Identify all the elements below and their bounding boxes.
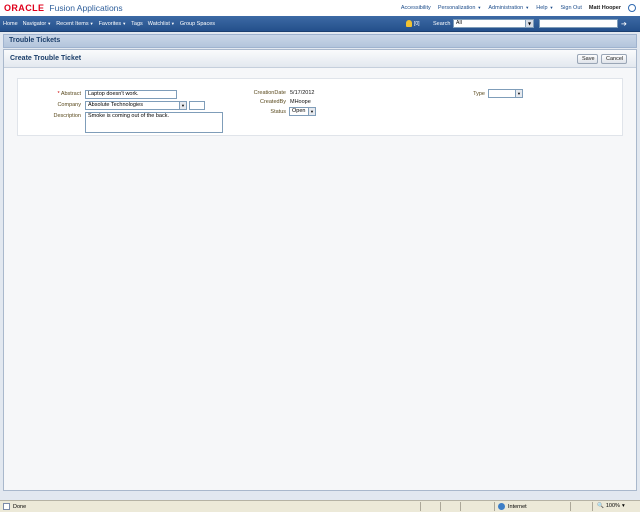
oracle-logo: ORACLE: [4, 3, 45, 13]
nav-recent-items-label: Recent Items: [56, 21, 89, 27]
security-zone[interactable]: Internet: [498, 503, 527, 510]
watchlist-indicator[interactable]: [0]: [406, 20, 420, 27]
form-subheader: Create Trouble Ticket Save Cancel: [4, 50, 636, 68]
chevron-down-icon: ▼: [122, 21, 127, 26]
bell-icon: [406, 20, 412, 27]
company-extra-field[interactable]: [189, 101, 205, 110]
description-textarea[interactable]: Smoke is coming out of the back.: [85, 112, 223, 133]
chevron-down-icon: ▼: [515, 90, 522, 97]
chevron-down-icon: ▼: [525, 5, 530, 10]
status-value: Open: [292, 108, 306, 114]
form-title: Create Trouble Ticket: [10, 55, 82, 62]
zoom-level: 100%: [605, 503, 620, 509]
help-label: Help: [536, 5, 548, 11]
nav-navigator[interactable]: Navigator▼: [23, 21, 52, 27]
type-select[interactable]: ▼: [488, 89, 523, 98]
page-icon: [3, 503, 10, 510]
save-button[interactable]: Save: [577, 54, 598, 64]
accessibility-link[interactable]: Accessibility: [401, 5, 431, 11]
company-label: Company: [57, 102, 81, 108]
status-label: Status: [270, 109, 286, 115]
abstract-field[interactable]: Laptop doesn't work.: [85, 90, 177, 99]
navigation-bar: Home Navigator▼ Recent Items▼ Favorites▼…: [0, 16, 640, 32]
nav-favorites[interactable]: Favorites▼: [99, 21, 127, 27]
sign-out-link[interactable]: Sign Out: [561, 5, 582, 11]
zoom-control[interactable]: 🔍 100% ▾: [597, 503, 625, 509]
creation-date-value: 5/17/2012: [290, 90, 315, 96]
user-name: Matt Hooper: [588, 5, 621, 11]
ticket-form: * Abstract Laptop doesn't work. Company …: [17, 78, 623, 136]
chevron-down-icon: ▾: [621, 503, 625, 509]
abstract-label-text: Abstract: [60, 91, 81, 97]
nav-menu: Home Navigator▼ Recent Items▼ Favorites▼…: [3, 21, 215, 27]
company-select[interactable]: Absolute Technologies ▼: [85, 101, 187, 110]
product-name: Fusion Applications: [49, 3, 123, 13]
description-label: Description: [53, 113, 81, 119]
watch-count: [0]: [414, 20, 420, 27]
magnifier-icon: 🔍: [597, 503, 604, 509]
search-label: Search: [433, 21, 451, 27]
status-divider: [420, 502, 421, 511]
brand-logo[interactable]: ORACLE Fusion Applications: [4, 3, 123, 13]
content-panel: Create Trouble Ticket Save Cancel * Abst…: [3, 49, 637, 491]
chevron-down-icon: ▼: [89, 21, 94, 26]
cancel-button[interactable]: Cancel: [601, 54, 627, 64]
administration-menu[interactable]: Administration ▼: [488, 5, 529, 11]
status-divider: [592, 502, 593, 511]
oracle-ring-icon: [628, 4, 636, 12]
status-done: Done: [3, 503, 26, 510]
status-divider: [494, 502, 495, 511]
search-scope-value: All: [456, 20, 463, 26]
created-by-label: CreatedBy: [260, 99, 286, 105]
chevron-down-icon: ▼: [525, 20, 533, 27]
page-title: Trouble Tickets: [9, 37, 61, 44]
nav-home[interactable]: Home: [3, 21, 18, 27]
type-label: Type: [473, 91, 485, 97]
status-select[interactable]: Open ▼: [289, 107, 316, 116]
help-menu[interactable]: Help ▼: [536, 5, 553, 11]
nav-favorites-label: Favorites: [98, 21, 122, 27]
personalization-label: Personalization: [437, 5, 476, 11]
personalization-menu[interactable]: Personalization ▼: [438, 5, 482, 11]
global-header: ORACLE Fusion Applications Accessibility…: [0, 0, 640, 16]
page-header: Trouble Tickets: [3, 34, 637, 48]
nav-recent-items[interactable]: Recent Items▼: [56, 21, 93, 27]
browser-status-bar: Done Internet 🔍 100% ▾: [0, 500, 640, 512]
chevron-down-icon: ▼: [170, 21, 175, 26]
nav-tags[interactable]: Tags: [131, 21, 143, 27]
globe-icon: [498, 503, 505, 510]
nav-navigator-label: Navigator: [22, 21, 47, 27]
global-links: Accessibility Personalization ▼ Administr…: [401, 4, 636, 12]
search-go-icon[interactable]: ➔: [621, 19, 631, 29]
status-divider: [440, 502, 441, 511]
nav-watchlist-label: Watchlist: [147, 21, 170, 27]
nav-watchlist[interactable]: Watchlist▼: [148, 21, 175, 27]
chevron-down-icon: ▼: [477, 5, 482, 10]
search-scope-select[interactable]: All ▼: [453, 19, 534, 28]
creation-date-label: CreationDate: [253, 90, 286, 96]
chevron-down-icon: ▼: [308, 108, 315, 115]
search-input[interactable]: [539, 19, 618, 28]
chevron-down-icon: ▼: [47, 21, 52, 26]
abstract-label: * Abstract: [18, 91, 81, 97]
created-by-value: MHoope: [290, 99, 311, 105]
status-divider: [570, 502, 571, 511]
nav-group-spaces[interactable]: Group Spaces: [180, 21, 215, 27]
chevron-down-icon: ▼: [179, 102, 186, 109]
status-divider: [460, 502, 461, 511]
administration-label: Administration: [488, 5, 524, 11]
status-done-text: Done: [13, 503, 27, 510]
company-value: Absolute Technologies: [88, 102, 143, 108]
security-zone-text: Internet: [508, 503, 527, 510]
chevron-down-icon: ▼: [549, 5, 554, 10]
